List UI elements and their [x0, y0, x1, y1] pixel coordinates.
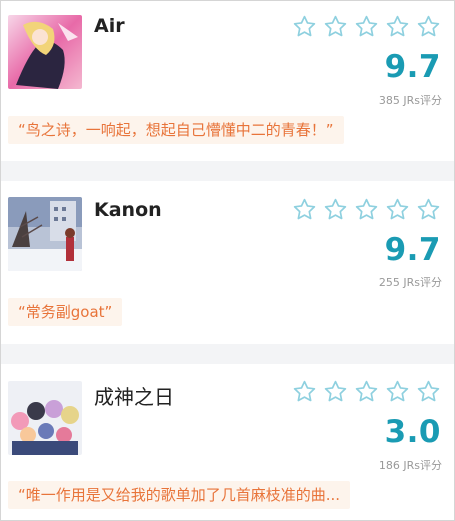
star-outline-icon[interactable]: [323, 14, 348, 39]
featured-comment[interactable]: “鸟之诗，一响起，想起自己懵懂中二的青春！”: [8, 116, 344, 144]
star-outline-icon[interactable]: [416, 379, 441, 404]
featured-comment[interactable]: “唯一作用是又给我的歌单加了几首麻枝准的曲...: [8, 481, 351, 509]
star-outline-icon[interactable]: [385, 14, 410, 39]
rating-stars[interactable]: [292, 379, 441, 404]
star-outline-icon[interactable]: [292, 197, 317, 222]
rating-count: 385 JRs评分: [378, 94, 442, 107]
anime-cover-kanon[interactable]: [8, 197, 82, 271]
anime-title[interactable]: 成神之日: [94, 381, 174, 410]
review-card-kanon[interactable]: Kanon 9.7 255 JRs评分 “常务副goat”: [1, 181, 454, 344]
score-value: 3.0: [384, 414, 441, 450]
star-outline-icon[interactable]: [354, 14, 379, 39]
featured-comment[interactable]: “常务副goat”: [8, 298, 123, 326]
star-outline-icon[interactable]: [354, 197, 379, 222]
star-outline-icon[interactable]: [416, 197, 441, 222]
card-divider: [1, 161, 454, 181]
anime-cover-kamisama-ni-natta-hi[interactable]: [8, 381, 82, 455]
star-outline-icon[interactable]: [385, 379, 410, 404]
star-outline-icon[interactable]: [323, 197, 348, 222]
score-value: 9.7: [384, 49, 441, 85]
score-value: 9.7: [384, 232, 441, 268]
star-outline-icon[interactable]: [292, 379, 317, 404]
rating-stars[interactable]: [292, 14, 441, 39]
rating-stars[interactable]: [292, 197, 441, 222]
rating-count: 186 JRs评分: [378, 459, 442, 472]
star-outline-icon[interactable]: [292, 14, 317, 39]
anime-title[interactable]: Air: [94, 15, 125, 37]
card-divider: [1, 344, 454, 364]
rating-count: 255 JRs评分: [378, 276, 442, 289]
star-outline-icon[interactable]: [323, 379, 348, 404]
star-outline-icon[interactable]: [385, 197, 410, 222]
anime-title[interactable]: Kanon: [94, 199, 162, 221]
review-card-air[interactable]: Air 9.7 385 JRs评分 “鸟之诗，一响起，想起自己懵懂中二的青春！”: [1, 1, 454, 161]
review-list: Air 9.7 385 JRs评分 “鸟之诗，一响起，想起自己懵懂中二的青春！”: [0, 0, 455, 521]
review-card-kamisama[interactable]: 成神之日 3.0 186 JRs评分 “唯一作用是又给我的歌单加了几首麻枝准的曲…: [1, 364, 454, 520]
star-outline-icon[interactable]: [416, 14, 441, 39]
star-outline-icon[interactable]: [354, 379, 379, 404]
anime-cover-air[interactable]: [8, 15, 82, 89]
